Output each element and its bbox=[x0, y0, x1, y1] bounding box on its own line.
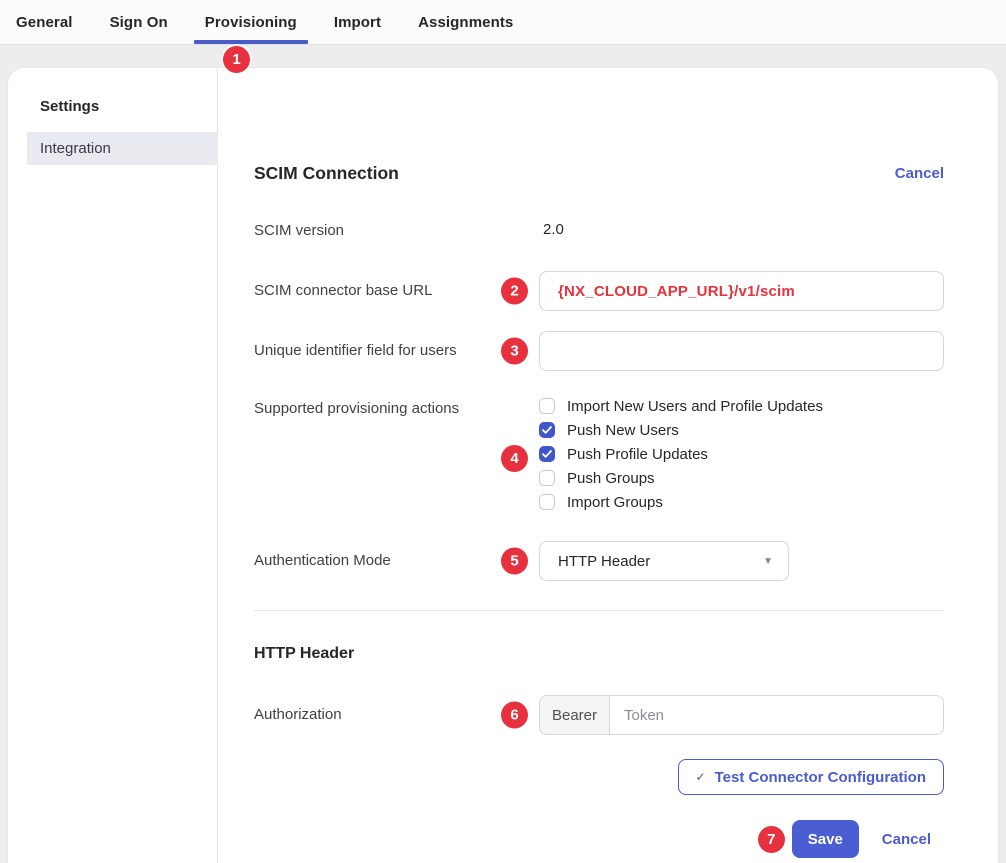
base-url-label: SCIM connector base URL bbox=[254, 271, 539, 301]
authorization-label: Authorization bbox=[254, 695, 539, 725]
checkbox-label: Push New Users bbox=[567, 422, 679, 439]
scim-connection-panel: SCIM Connection Cancel SCIM version 2.0 … bbox=[218, 68, 998, 863]
step-badge-3: 3 bbox=[501, 338, 528, 365]
token-input[interactable] bbox=[610, 696, 943, 734]
test-connector-configuration-button[interactable]: ✓ Test Connector Configuration bbox=[678, 759, 944, 795]
checkbox-row-push-new-users: Push New Users bbox=[539, 422, 944, 438]
checkbox-row-import-users: Import New Users and Profile Updates bbox=[539, 398, 944, 414]
sidebar-header: Settings bbox=[40, 98, 217, 115]
auth-mode-select[interactable]: HTTP Header ▼ bbox=[539, 541, 789, 581]
checkbox-row-push-profile-updates: Push Profile Updates bbox=[539, 446, 944, 462]
cancel-button[interactable]: Cancel bbox=[882, 831, 931, 848]
scim-version-label: SCIM version bbox=[254, 221, 539, 241]
settings-sidebar: Settings Integration bbox=[8, 68, 218, 863]
checkbox-label: Push Groups bbox=[567, 470, 655, 487]
section-divider bbox=[254, 610, 944, 611]
unique-id-label: Unique identifier field for users bbox=[254, 331, 539, 361]
unique-id-input[interactable] bbox=[539, 331, 944, 371]
content-card: Settings Integration SCIM Connection Can… bbox=[8, 68, 998, 863]
chevron-down-icon: ▼ bbox=[763, 556, 773, 567]
checkbox-push-new-users[interactable] bbox=[539, 422, 555, 438]
tab-general[interactable]: General bbox=[5, 0, 84, 44]
checkbox-row-push-groups: Push Groups bbox=[539, 470, 944, 486]
tab-provisioning[interactable]: Provisioning bbox=[194, 0, 308, 44]
checkmark-icon: ✓ bbox=[696, 770, 706, 784]
checkbox-row-import-groups: Import Groups bbox=[539, 494, 944, 510]
auth-mode-label: Authentication Mode bbox=[254, 541, 539, 571]
authorization-row: Authorization 6 Bearer bbox=[254, 695, 944, 735]
save-button[interactable]: Save bbox=[792, 820, 859, 858]
tab-sign-on[interactable]: Sign On bbox=[99, 0, 179, 44]
checkbox-label: Import Groups bbox=[567, 494, 663, 511]
scim-version-value: 2.0 bbox=[539, 221, 564, 238]
http-header-section-title: HTTP Header bbox=[254, 645, 944, 663]
checkbox-import-groups[interactable] bbox=[539, 494, 555, 510]
checkbox-import-new-users[interactable] bbox=[539, 398, 555, 414]
sidebar-item-label: Integration bbox=[40, 140, 111, 157]
tab-assignments[interactable]: Assignments bbox=[407, 0, 524, 44]
auth-mode-selected-value: HTTP Header bbox=[558, 553, 650, 570]
test-button-label: Test Connector Configuration bbox=[715, 769, 926, 786]
base-url-input[interactable] bbox=[539, 271, 944, 311]
auth-mode-row: Authentication Mode 5 HTTP Header ▼ bbox=[254, 541, 944, 581]
step-badge-7: 7 bbox=[758, 826, 785, 853]
checkbox-push-profile-updates[interactable] bbox=[539, 446, 555, 462]
tab-import[interactable]: Import bbox=[323, 0, 392, 44]
checkbox-label: Import New Users and Profile Updates bbox=[567, 398, 823, 415]
step-badge-1: 1 bbox=[223, 46, 250, 73]
checkbox-label: Push Profile Updates bbox=[567, 446, 708, 463]
provisioning-actions-row: Supported provisioning actions 4 Import … bbox=[254, 398, 944, 518]
checkbox-push-groups[interactable] bbox=[539, 470, 555, 486]
cancel-link-top[interactable]: Cancel bbox=[895, 165, 944, 182]
step-badge-6: 6 bbox=[501, 702, 528, 729]
app-tab-bar: General Sign On Provisioning Import Assi… bbox=[0, 0, 1006, 45]
sidebar-item-integration[interactable]: Integration bbox=[27, 132, 218, 165]
provisioning-actions-label: Supported provisioning actions bbox=[254, 398, 539, 419]
unique-id-row: Unique identifier field for users 3 bbox=[254, 331, 944, 371]
bearer-prefix: Bearer bbox=[540, 696, 610, 734]
step-badge-4: 4 bbox=[501, 445, 528, 472]
page-title: SCIM Connection bbox=[254, 163, 399, 184]
authorization-input-group: Bearer bbox=[539, 695, 944, 735]
base-url-row: SCIM connector base URL 2 bbox=[254, 271, 944, 311]
scim-version-row: SCIM version 2.0 bbox=[254, 221, 944, 241]
step-badge-5: 5 bbox=[501, 548, 528, 575]
step-badge-2: 2 bbox=[501, 278, 528, 305]
